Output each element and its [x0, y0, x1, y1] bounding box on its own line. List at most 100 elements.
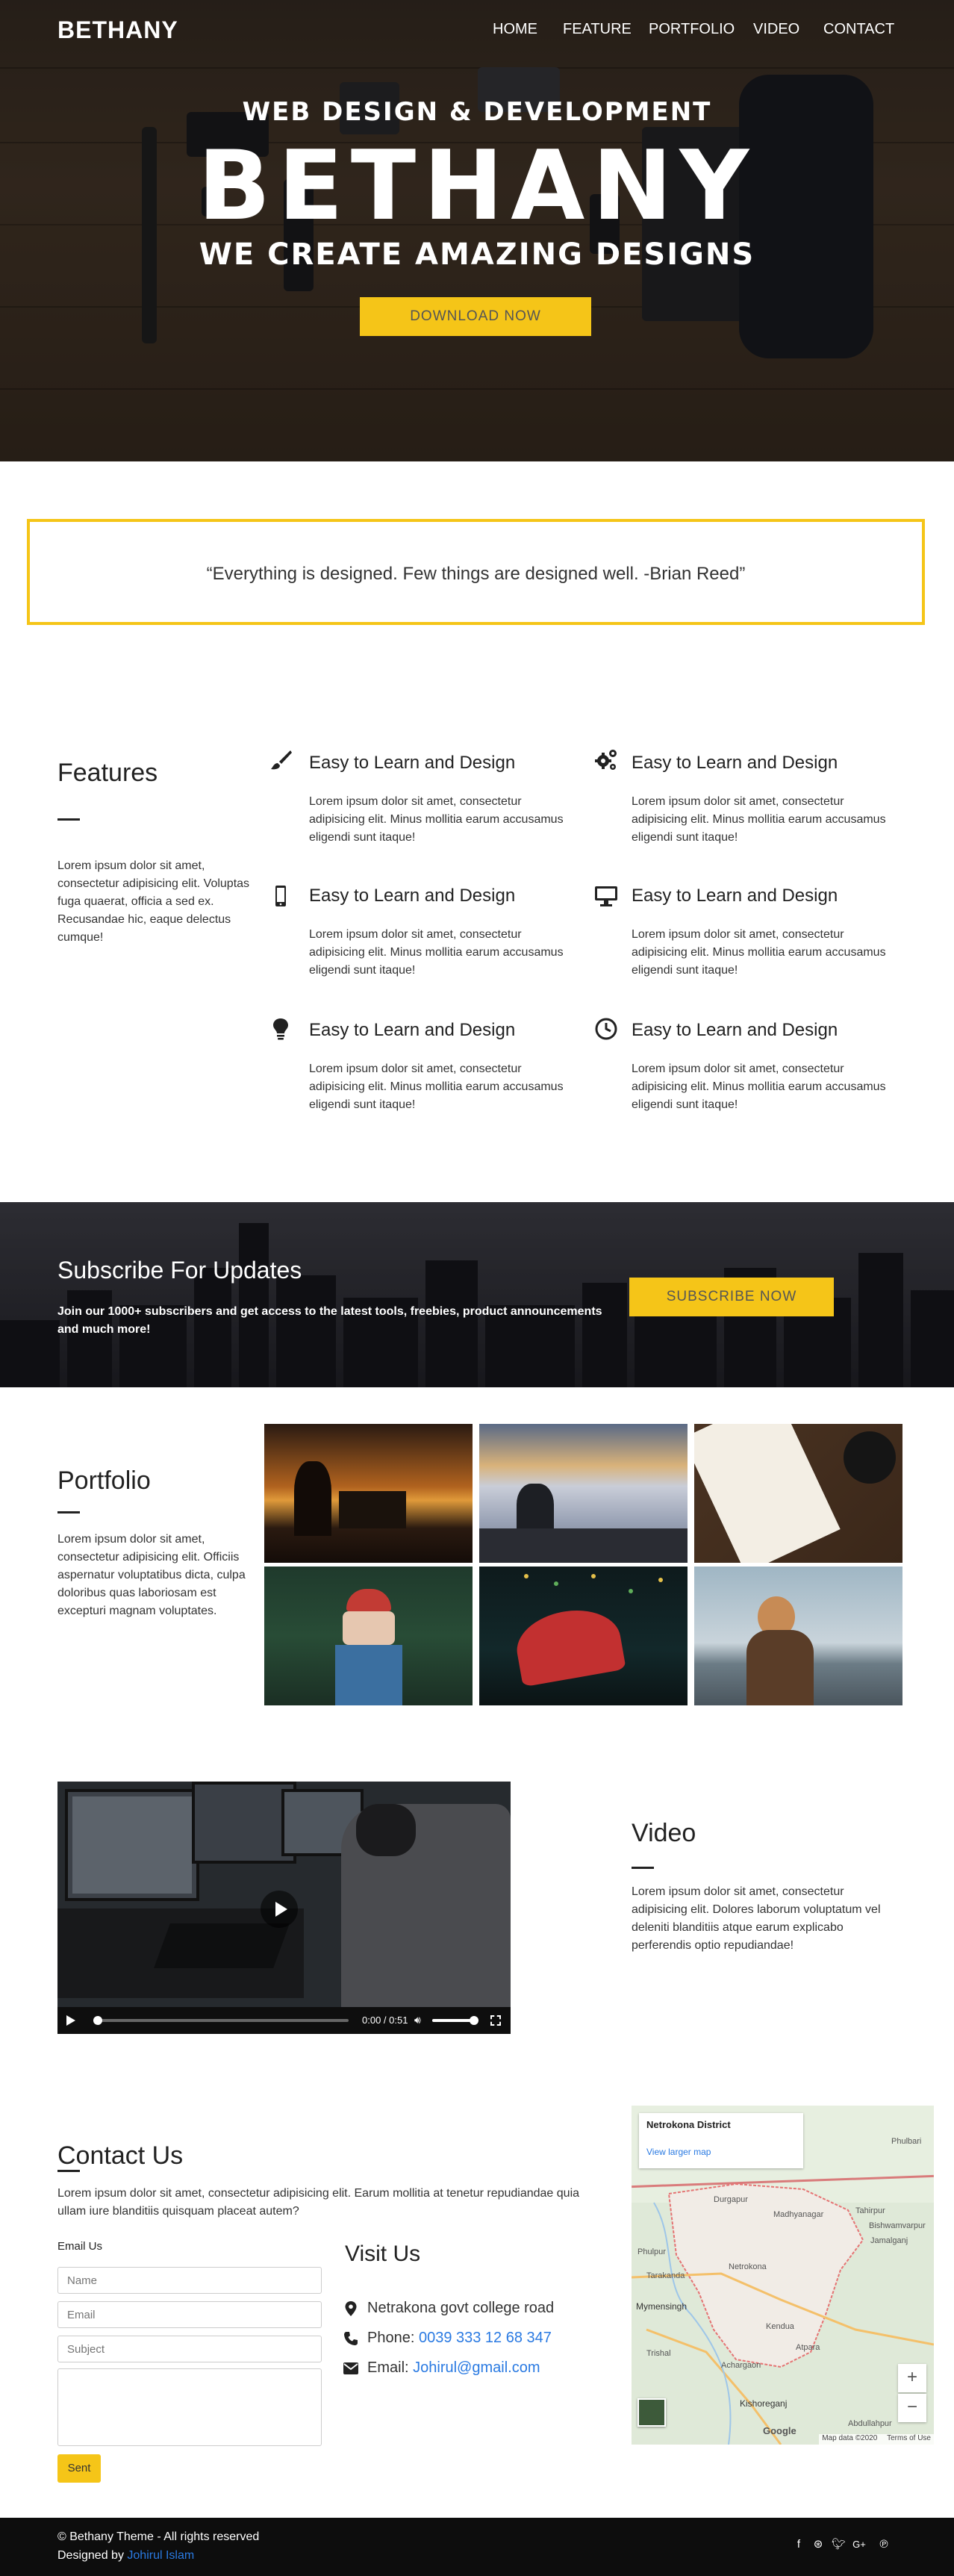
fullscreen-icon[interactable] — [490, 2015, 501, 2026]
portfolio-image-clouds[interactable] — [479, 1424, 688, 1563]
play-icon — [275, 1902, 287, 1917]
map-label: Tarakanda — [646, 2271, 685, 2280]
phone-link[interactable]: 0039 333 12 68 347 — [419, 2330, 552, 2346]
feature-title: Easy to Learn and Design — [309, 1020, 516, 1040]
map-embed[interactable]: Netrokona District View larger map Phulb… — [632, 2106, 934, 2445]
feature-title: Easy to Learn and Design — [632, 1020, 838, 1040]
footer-designed-by: Designed by — [57, 2549, 124, 2562]
map-label: Mymensingh — [636, 2301, 688, 2312]
lightbulb-icon — [273, 1018, 288, 1040]
footer-author-link[interactable]: Johirul Islam — [127, 2549, 194, 2562]
contact-title: Contact Us — [57, 2141, 184, 2170]
hero-subtitle: WEB DESIGN & DEVELOPMENT — [242, 97, 712, 127]
gears-icon — [595, 750, 617, 770]
envelope-icon — [343, 2362, 358, 2374]
portfolio-divider — [57, 1511, 80, 1513]
play-button[interactable] — [261, 1891, 298, 1928]
map-label: Bishwamvarpur — [869, 2221, 926, 2230]
visit-address: Netrakona govt college road — [367, 2300, 555, 2316]
video-description: Lorem ipsum dolor sit amet, consectetur … — [632, 1885, 881, 1952]
footer — [0, 2518, 954, 2576]
footer-credit: Designed by Johirul Islam — [57, 2549, 194, 2563]
volume-handle[interactable] — [469, 2016, 478, 2025]
map-label: Madhyanagar — [773, 2210, 824, 2219]
map-data-text: Map data ©2020 — [822, 2434, 878, 2442]
feature-title: Easy to Learn and Design — [632, 886, 838, 906]
feature-title: Easy to Learn and Design — [309, 886, 516, 906]
phone-icon — [344, 2332, 358, 2345]
subscribe-button[interactable]: SUBSCRIBE NOW — [629, 1278, 834, 1316]
play-icon[interactable] — [66, 2015, 75, 2026]
volume-icon[interactable]: 🔊︎ — [414, 2015, 421, 2026]
map-satellite-toggle[interactable] — [637, 2398, 666, 2427]
visit-email-line: Email: Johirul@gmail.com — [367, 2359, 540, 2377]
nav-contact[interactable]: CONTACT — [823, 21, 894, 38]
message-textarea[interactable] — [57, 2368, 322, 2446]
nav-video[interactable]: VIDEO — [753, 21, 799, 38]
portfolio-image-sunset-house[interactable] — [264, 1424, 473, 1563]
visit-phone-line: Phone: 0039 333 12 68 347 — [367, 2330, 552, 2347]
map-label: Trishal — [646, 2349, 671, 2358]
map-label: Jamalganj — [870, 2236, 908, 2245]
visit-title: Visit Us — [345, 2241, 421, 2266]
video-progress-handle[interactable] — [93, 2016, 102, 2025]
map-label: Kishoreganj — [740, 2398, 788, 2409]
map-label: Phulbari — [891, 2137, 922, 2146]
video-title: Video — [632, 1819, 696, 1847]
map-larger-link[interactable]: View larger map — [646, 2147, 796, 2157]
brush-icon — [271, 750, 292, 770]
nav-home[interactable]: HOME — [493, 21, 537, 38]
brand-logo[interactable]: BETHANY — [57, 16, 178, 44]
features-title: Features — [57, 759, 158, 787]
quote-text: “Everything is designed. Few things are … — [206, 564, 746, 584]
feature-text: Lorem ipsum dolor sit amet, consectetur … — [309, 795, 564, 844]
map-label: Netrokona — [729, 2262, 767, 2271]
email-link[interactable]: Johirul@gmail.com — [413, 2359, 540, 2376]
features-description: Lorem ipsum dolor sit amet, consectetur … — [57, 859, 250, 944]
phone-label: Phone: — [367, 2330, 415, 2346]
contact-divider — [57, 2170, 80, 2172]
desktop-icon — [595, 886, 617, 906]
dribbble-icon[interactable]: ⊛ — [812, 2539, 824, 2551]
subject-input[interactable] — [57, 2336, 322, 2362]
feature-text: Lorem ipsum dolor sit amet, consectetur … — [632, 795, 886, 844]
portfolio-image-notebook[interactable] — [694, 1424, 902, 1563]
twitter-icon[interactable]: 🐦︎ — [832, 2539, 846, 2551]
map-place-name: Netrokona District — [646, 2119, 731, 2130]
video-player[interactable]: 0:00 / 0:51 🔊︎ — [57, 1782, 511, 2034]
map-zoom-out-button[interactable]: − — [898, 2394, 926, 2422]
portfolio-description: Lorem ipsum dolor sit amet, consectetur … — [57, 1533, 246, 1617]
portfolio-image-umbrella[interactable] — [479, 1567, 688, 1705]
map-attribution: Map data ©2020 Terms of Use — [819, 2434, 934, 2445]
video-progress-track[interactable] — [95, 2019, 349, 2022]
map-label: Atpara — [796, 2343, 820, 2352]
send-button[interactable]: Sent — [57, 2454, 101, 2483]
email-input[interactable] — [57, 2301, 322, 2328]
hero-title: BETHANY — [197, 131, 757, 242]
email-label: Email: — [367, 2359, 409, 2376]
portfolio-image-seaside[interactable] — [694, 1567, 902, 1705]
facebook-icon[interactable]: f — [793, 2539, 805, 2551]
map-label: Achargaon — [721, 2361, 761, 2370]
hero-tagline: WE CREATE AMAZING DESIGNS — [199, 237, 755, 272]
nav-feature[interactable]: FEATURE — [563, 21, 632, 38]
map-zoom-in-button[interactable]: + — [898, 2364, 926, 2392]
map-info-card: Netrokona District View larger map — [639, 2113, 803, 2168]
map-terms-link[interactable]: Terms of Use — [887, 2434, 931, 2442]
map-label: Abdullahpur — [848, 2419, 892, 2428]
mobile-icon — [275, 886, 286, 906]
download-button[interactable]: DOWNLOAD NOW — [360, 297, 591, 336]
map-label: Kendua — [766, 2322, 794, 2331]
name-input[interactable] — [57, 2267, 322, 2294]
video-divider — [632, 1867, 654, 1869]
feature-text: Lorem ipsum dolor sit amet, consectetur … — [632, 928, 886, 977]
google-plus-icon[interactable]: G+ — [851, 2539, 867, 2551]
pinterest-icon[interactable]: ℗ — [878, 2539, 890, 2551]
footer-copyright: © Bethany Theme - All rights reserved — [57, 2530, 260, 2543]
google-logo: Google — [763, 2425, 796, 2436]
feature-title: Easy to Learn and Design — [632, 753, 838, 773]
feature-text: Lorem ipsum dolor sit amet, consectetur … — [309, 928, 564, 977]
map-label: Phulpur — [637, 2247, 666, 2256]
portfolio-image-photographer[interactable] — [264, 1567, 473, 1705]
nav-portfolio[interactable]: PORTFOLIO — [649, 21, 735, 38]
